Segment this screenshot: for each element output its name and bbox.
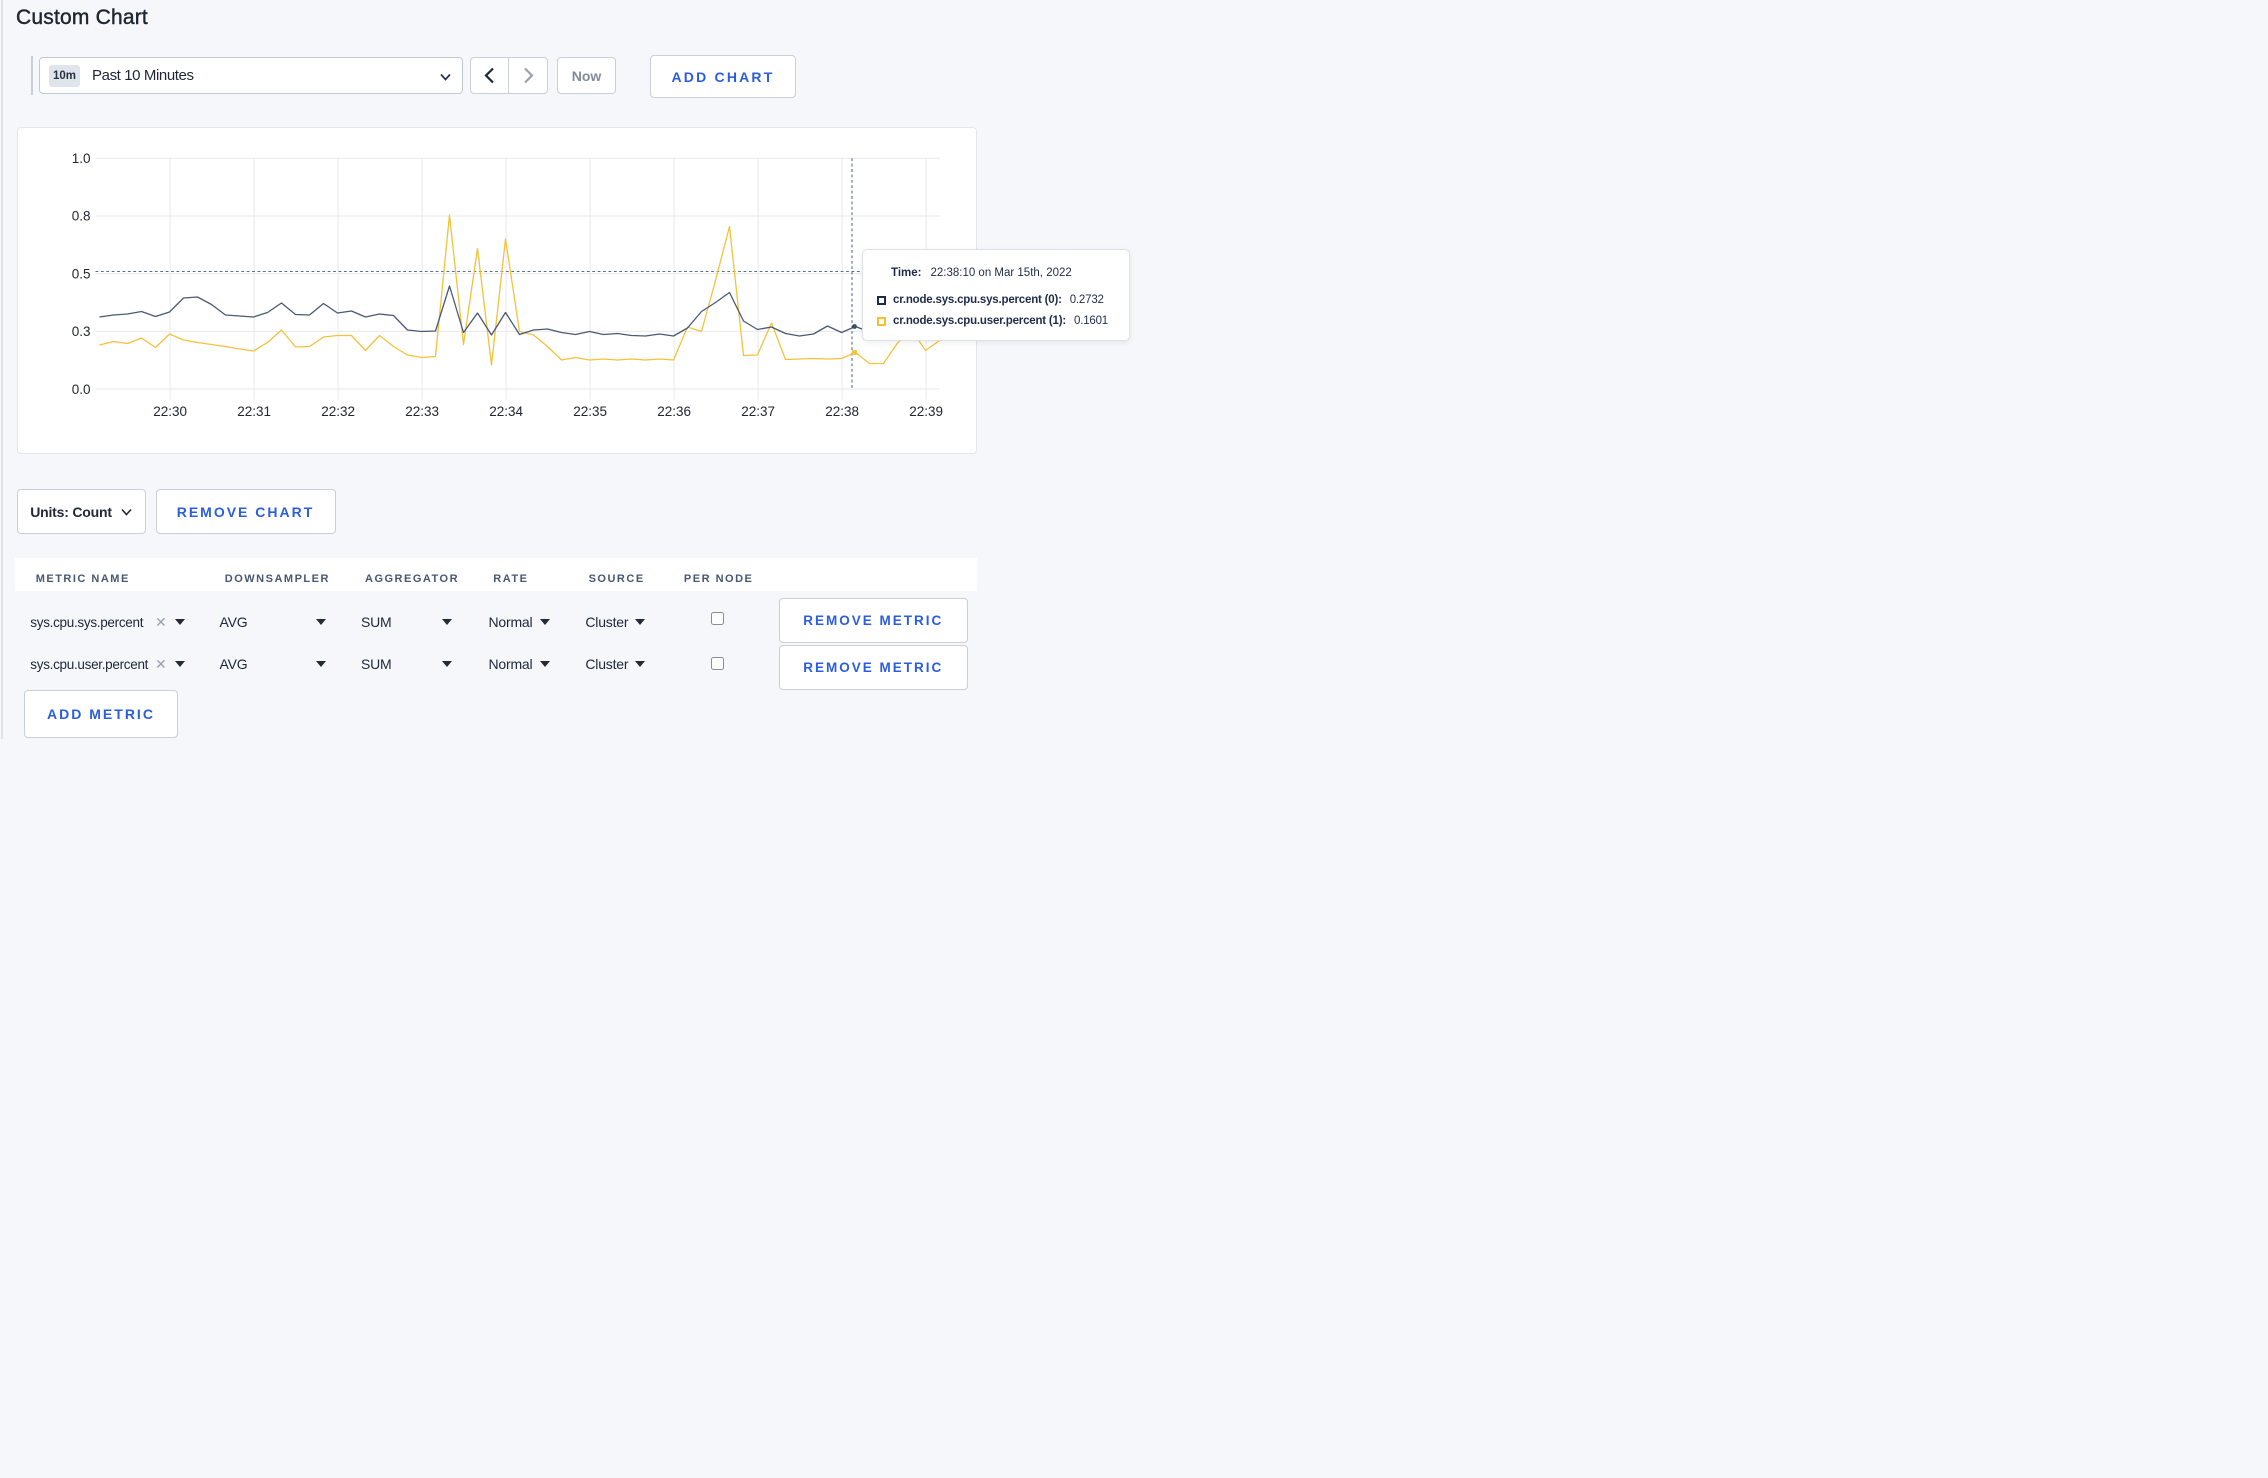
svg-text:22:39: 22:39 [909, 404, 943, 419]
svg-text:22:33: 22:33 [405, 404, 439, 419]
svg-text:0.0: 0.0 [71, 381, 90, 396]
svg-text:22:38: 22:38 [825, 404, 859, 419]
svg-text:22:32: 22:32 [321, 404, 355, 419]
svg-text:22:34: 22:34 [489, 404, 523, 419]
svg-text:0.5: 0.5 [71, 266, 90, 281]
svg-text:22:37: 22:37 [741, 404, 775, 419]
svg-text:22:36: 22:36 [657, 404, 691, 419]
svg-text:0.3: 0.3 [71, 324, 90, 339]
svg-text:22:30: 22:30 [153, 404, 187, 419]
svg-text:22:31: 22:31 [237, 404, 271, 419]
svg-text:0.8: 0.8 [71, 208, 90, 223]
svg-text:1.0: 1.0 [71, 151, 90, 166]
svg-text:22:35: 22:35 [573, 404, 607, 419]
